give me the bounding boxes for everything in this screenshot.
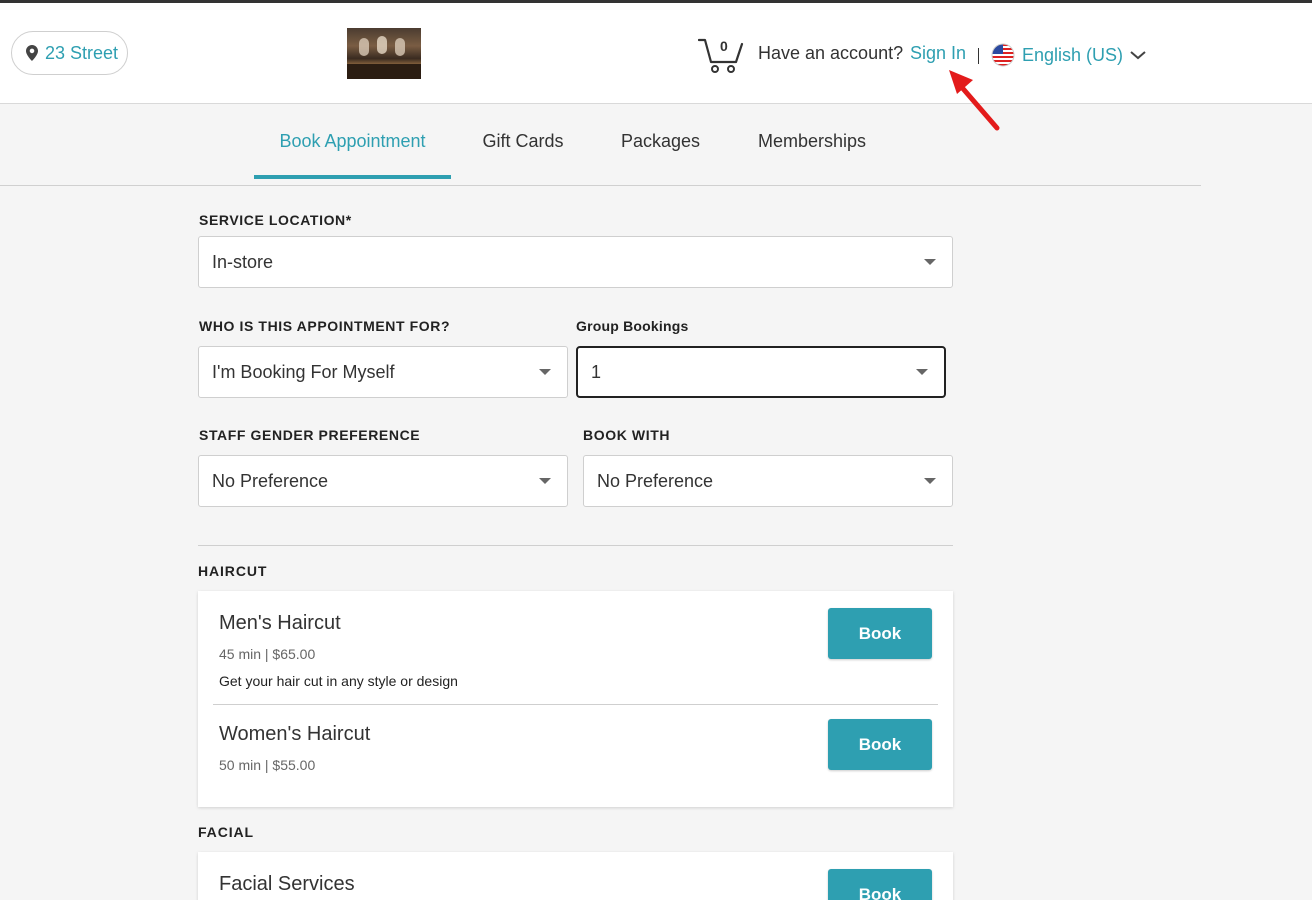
service-location-label: SERVICE LOCATION* bbox=[199, 212, 352, 228]
service-description: Get your hair cut in any style or design bbox=[219, 673, 458, 689]
location-label: 23 Street bbox=[45, 42, 119, 63]
service-name: Men's Haircut bbox=[219, 612, 341, 634]
appointment-for-select[interactable]: I'm Booking For Myself bbox=[198, 346, 568, 398]
book-with-select[interactable]: No Preference bbox=[583, 455, 953, 507]
us-flag-icon bbox=[991, 43, 1015, 67]
facial-services-card: Facial Services Book bbox=[198, 852, 953, 900]
account-prompt: Have an account? bbox=[758, 43, 904, 63]
service-item: Women's Haircut 50 min | $55.00 Book bbox=[198, 705, 953, 805]
tab-book-appointment[interactable]: Book Appointment bbox=[254, 104, 451, 179]
staff-gender-value: No Preference bbox=[212, 470, 329, 491]
group-bookings-value: 1 bbox=[591, 361, 602, 382]
dropdown-caret-icon bbox=[924, 478, 936, 484]
book-with-label: BOOK WITH bbox=[583, 427, 671, 443]
map-pin-icon bbox=[26, 45, 38, 61]
booking-tabs: Book Appointment Gift Cards Packages Mem… bbox=[254, 104, 898, 179]
service-name: Facial Services bbox=[219, 873, 355, 895]
service-item: Facial Services Book bbox=[198, 852, 953, 900]
dropdown-caret-icon bbox=[924, 259, 936, 265]
group-bookings-select[interactable]: 1 bbox=[576, 346, 946, 398]
sign-in-link[interactable]: Sign In bbox=[910, 43, 966, 64]
haircut-services-card: Men's Haircut 45 min | $65.00 Get your h… bbox=[198, 591, 953, 807]
tab-memberships[interactable]: Memberships bbox=[726, 104, 898, 179]
group-bookings-label: Group Bookings bbox=[576, 318, 689, 334]
book-womens-haircut-button[interactable]: Book bbox=[828, 719, 932, 770]
staff-gender-select[interactable]: No Preference bbox=[198, 455, 568, 507]
chevron-down-icon bbox=[1130, 51, 1146, 60]
service-meta: 45 min | $65.00 bbox=[219, 646, 316, 662]
dropdown-caret-icon bbox=[916, 369, 928, 375]
section-divider bbox=[198, 545, 953, 546]
service-location-select[interactable]: In-store bbox=[198, 236, 953, 288]
book-facial-services-button[interactable]: Book bbox=[828, 869, 932, 900]
cart-button[interactable]: 0 bbox=[697, 36, 744, 74]
tabs-divider bbox=[0, 185, 1201, 186]
location-selector-button[interactable]: 23 Street bbox=[11, 31, 128, 75]
service-location-value: In-store bbox=[212, 251, 274, 272]
cart-count-badge: 0 bbox=[720, 38, 728, 54]
book-mens-haircut-button[interactable]: Book bbox=[828, 608, 932, 659]
service-meta: 50 min | $55.00 bbox=[219, 757, 316, 773]
language-selector[interactable]: English (US) bbox=[991, 43, 1146, 67]
appointment-for-label: WHO IS THIS APPOINTMENT FOR? bbox=[199, 318, 451, 334]
site-header: 23 Street 0 Have an account? Sign In Eng… bbox=[0, 3, 1312, 104]
dropdown-caret-icon bbox=[539, 369, 551, 375]
category-title-haircut: HAIRCUT bbox=[198, 563, 268, 579]
service-item: Men's Haircut 45 min | $65.00 Get your h… bbox=[198, 591, 953, 704]
header-separator bbox=[978, 48, 979, 64]
tab-packages[interactable]: Packages bbox=[595, 104, 726, 179]
appointment-for-value: I'm Booking For Myself bbox=[212, 361, 395, 382]
salon-logo[interactable] bbox=[347, 28, 421, 79]
dropdown-caret-icon bbox=[539, 478, 551, 484]
service-name: Women's Haircut bbox=[219, 723, 371, 745]
book-with-value: No Preference bbox=[597, 470, 714, 491]
category-title-facial: FACIAL bbox=[198, 824, 254, 840]
annotation-arrow-icon bbox=[949, 70, 1000, 131]
staff-gender-label: STAFF GENDER PREFERENCE bbox=[199, 427, 421, 443]
tab-gift-cards[interactable]: Gift Cards bbox=[451, 104, 595, 179]
language-label: English (US) bbox=[1022, 44, 1124, 65]
